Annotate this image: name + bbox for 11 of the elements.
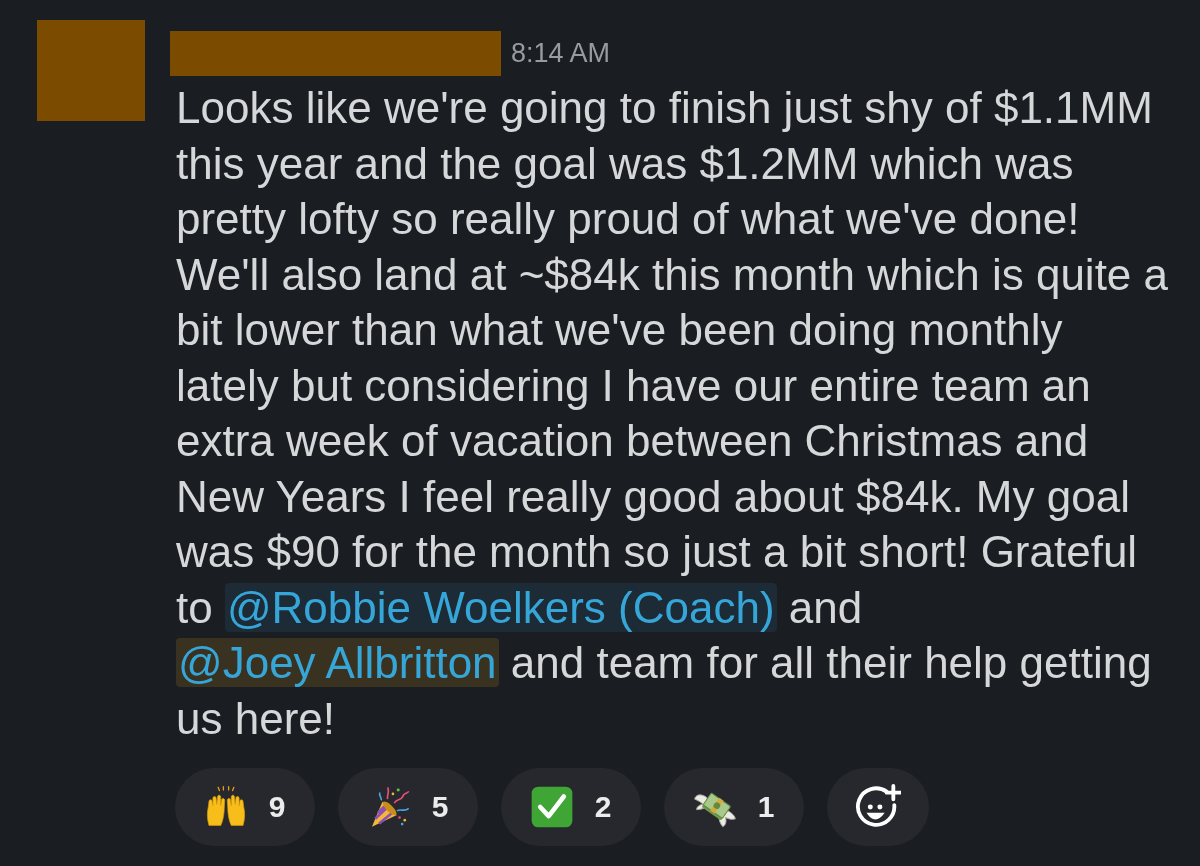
reaction-button[interactable]: 9: [175, 768, 315, 846]
reaction-button[interactable]: 5: [338, 768, 478, 846]
message-text: Looks like we're going to finish just shy of $1.1MM this year and the goal was $1.2MM which was pretty lofty so really proud of what we've done! We'll also land at ~$84k this month which is quite a bit lower than what we've been doing monthly lately but considering I have our entire team an extra week of vacation between Christmas and New Years I feel really good about $84k. My goal was $90 for the month so just a bit short! Grateful to @Robbie Woelkers (Coach) and @Joey Allbritton and team for all their help getting us here!: [176, 82, 1170, 745]
check-box-icon: [530, 786, 573, 828]
reaction-button[interactable]: 2: [501, 768, 641, 846]
timestamp: 8:14 AM: [511, 38, 611, 69]
user-mention[interactable]: @Robbie Woelkers (Coach): [224, 582, 777, 632]
user-mention[interactable]: @Joey Allbritton: [176, 638, 499, 687]
reaction-button[interactable]: 1: [664, 768, 804, 846]
add-reaction-icon: [855, 784, 901, 830]
raised-hands-icon: [204, 786, 247, 828]
